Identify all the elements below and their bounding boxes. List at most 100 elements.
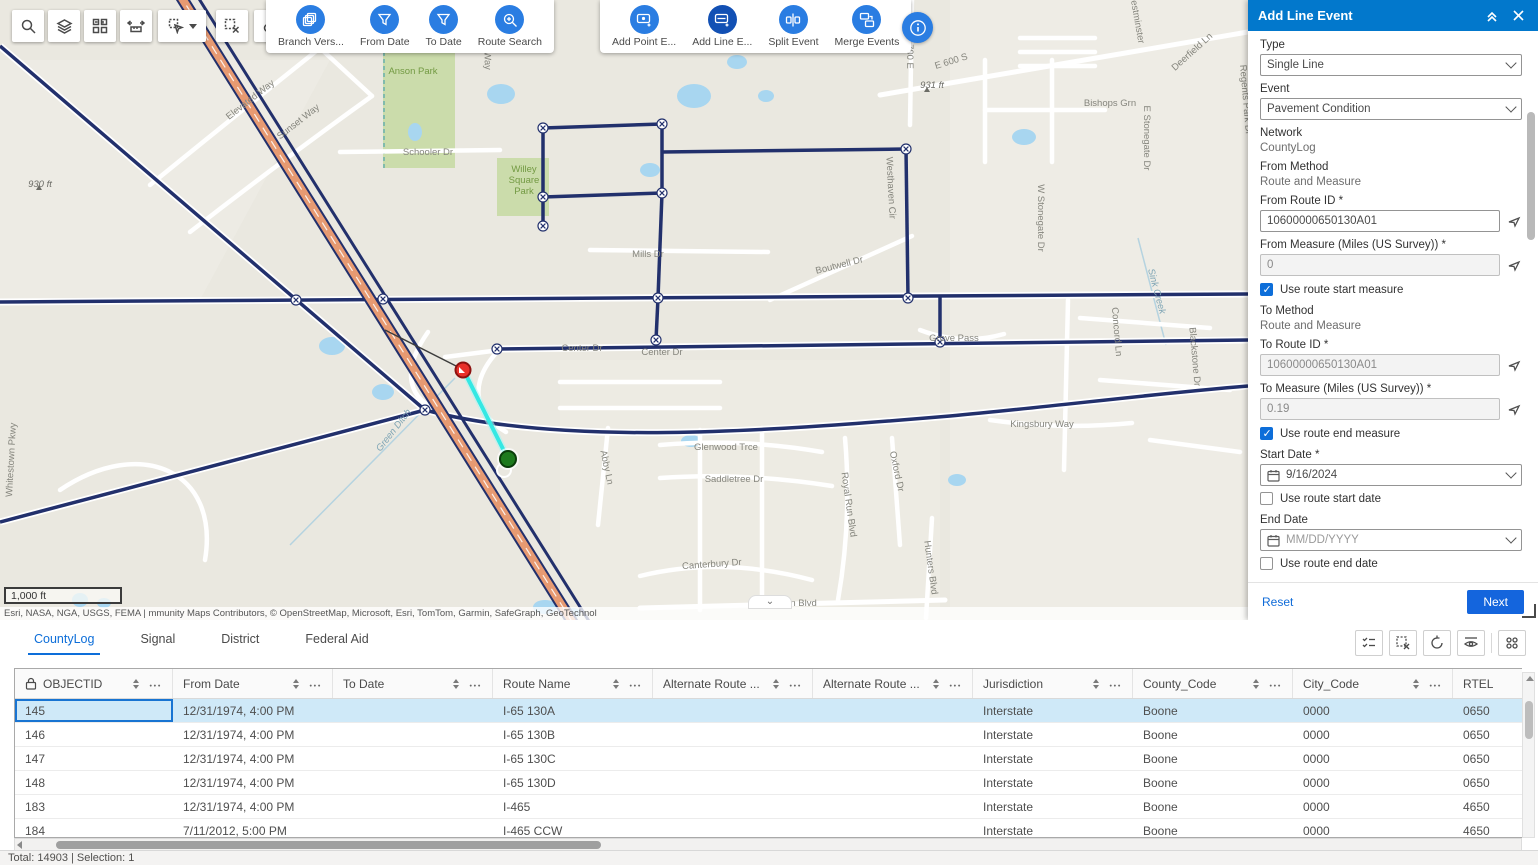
table-cell[interactable]: Boone [1133,795,1293,818]
table-cell[interactable]: I-65 130A [493,699,653,722]
use-route-start-measure-checkbox[interactable]: Use route start measure [1260,283,1522,296]
column-header-objectid[interactable]: OBJECTID [15,669,173,698]
layers-button[interactable] [48,10,80,42]
sort-icon[interactable] [453,679,459,689]
column-header-county-code[interactable]: County_Code [1133,669,1293,698]
panel-scrollbar[interactable] [1527,40,1535,572]
table-cell[interactable]: 0000 [1293,699,1453,722]
table-cell[interactable]: 145 [15,699,173,722]
select-pointer-button[interactable] [158,10,206,42]
type-select[interactable]: Single Line [1260,54,1522,76]
filter-tool[interactable]: From Date [360,5,410,48]
chevron-down-icon[interactable] [189,24,197,29]
branch-version-tool[interactable]: Branch Vers... [278,5,344,48]
measure-button[interactable] [120,10,152,42]
table-cell[interactable]: 12/31/1974, 4:00 PM [173,723,333,746]
tab-federal-aid[interactable]: Federal Aid [299,628,374,655]
refresh-button[interactable] [1423,630,1451,656]
table-cell[interactable] [813,819,973,838]
table-cell[interactable] [333,771,493,794]
column-header-from-date[interactable]: From Date [173,669,333,698]
clear-selection-button[interactable] [1389,630,1417,656]
table-cell[interactable] [813,771,973,794]
route-search-tool[interactable]: Route Search [478,5,542,48]
table-cell[interactable]: I-465 [493,795,653,818]
table-cell[interactable] [813,747,973,770]
checkbox-icon[interactable] [1260,492,1273,505]
table-cell[interactable]: Boone [1133,699,1293,722]
table-row[interactable]: 14812/31/1974, 4:00 PMI-65 130DInterstat… [15,771,1522,795]
sort-icon[interactable] [1093,679,1099,689]
table-cell[interactable]: 0650 [1453,723,1522,746]
table-cell[interactable]: 0650 [1453,747,1522,770]
column-menu-icon[interactable] [629,679,642,689]
add-point-event-tool[interactable]: Add Point E... [612,5,676,48]
table-cell[interactable] [653,819,813,838]
column-header-alternate-route-[interactable]: Alternate Route ... [813,669,973,698]
column-menu-icon[interactable] [149,679,162,689]
map-picker-icon[interactable] [1506,401,1522,417]
table-row[interactable]: 18312/31/1974, 4:00 PMI-465InterstateBoo… [15,795,1522,819]
sort-icon[interactable] [293,679,299,689]
table-options-button[interactable] [1498,630,1526,656]
table-cell[interactable] [333,795,493,818]
reset-button[interactable]: Reset [1262,595,1293,609]
table-cell[interactable] [333,819,493,838]
table-cell[interactable]: 0000 [1293,819,1453,838]
panel-resize-handle[interactable] [1522,604,1536,618]
table-cell[interactable]: Interstate [973,819,1133,838]
table-cell[interactable]: 12/31/1974, 4:00 PM [173,747,333,770]
table-cell[interactable]: 0000 [1293,771,1453,794]
end-date-input[interactable]: MM/DD/YYYY [1260,529,1522,551]
use-route-end-measure-checkbox[interactable]: Use route end measure [1260,427,1522,440]
table-cell[interactable]: Interstate [973,699,1133,722]
sort-icon[interactable] [1253,679,1259,689]
column-header-city-code[interactable]: City_Code [1293,669,1453,698]
table-cell[interactable] [653,747,813,770]
table-cell[interactable] [653,795,813,818]
next-button[interactable]: Next [1467,590,1524,614]
sort-icon[interactable] [1413,679,1419,689]
table-cell[interactable]: Boone [1133,771,1293,794]
clear-selection-button[interactable] [216,10,248,42]
column-header-alternate-route-[interactable]: Alternate Route ... [653,669,813,698]
basemap-grid-button[interactable] [84,10,116,42]
tab-district[interactable]: District [215,628,265,655]
column-header-rtel[interactable]: RTEL [1453,669,1522,698]
search-button[interactable] [12,10,44,42]
table-cell[interactable]: 4650 [1453,795,1522,818]
map-canvas[interactable]: Elevated WaySunset WayAnson Park930 ft93… [0,0,1248,620]
table-cell[interactable]: 7/11/2012, 5:00 PM [173,819,333,838]
from-route-id-input[interactable] [1260,210,1500,232]
checkbox-icon[interactable] [1260,557,1273,570]
column-menu-icon[interactable] [949,679,962,689]
table-row[interactable]: 14512/31/1974, 4:00 PM I-65 130A Interstat… [15,699,1522,723]
table-row[interactable]: 14712/31/1974, 4:00 PMI-65 130CInterstat… [15,747,1522,771]
table-cell[interactable]: 0000 [1293,795,1453,818]
show-selected-records-button[interactable] [1355,630,1383,656]
table-cell[interactable]: I-65 130D [493,771,653,794]
table-cell[interactable]: 183 [15,795,173,818]
use-route-start-date-checkbox[interactable]: Use route start date [1260,492,1522,505]
column-menu-icon[interactable] [1109,679,1122,689]
column-menu-icon[interactable] [1269,679,1282,689]
event-select[interactable]: Pavement Condition [1260,98,1522,120]
table-row[interactable]: 1847/11/2012, 5:00 PMI-465 CCWInterstate… [15,819,1522,838]
table-cell[interactable]: 12/31/1974, 4:00 PM [173,699,333,722]
table-cell[interactable]: 0650 [1453,699,1522,722]
merge-events-tool[interactable]: Merge Events [835,5,900,48]
table-cell[interactable]: Interstate [973,771,1133,794]
info-button[interactable] [902,12,933,43]
table-cell[interactable] [653,699,813,722]
column-header-to-date[interactable]: To Date [333,669,493,698]
tab-countylog[interactable]: CountyLog [28,628,100,655]
table-cell[interactable]: I-65 130C [493,747,653,770]
column-header-route-name[interactable]: Route Name [493,669,653,698]
table-cell[interactable] [813,795,973,818]
column-menu-icon[interactable] [789,679,802,689]
add-line-event-tool[interactable]: Add Line E... [692,5,752,48]
tab-signal[interactable]: Signal [134,628,181,655]
sort-icon[interactable] [773,679,779,689]
table-cell[interactable]: Interstate [973,795,1133,818]
table-cell[interactable] [333,723,493,746]
